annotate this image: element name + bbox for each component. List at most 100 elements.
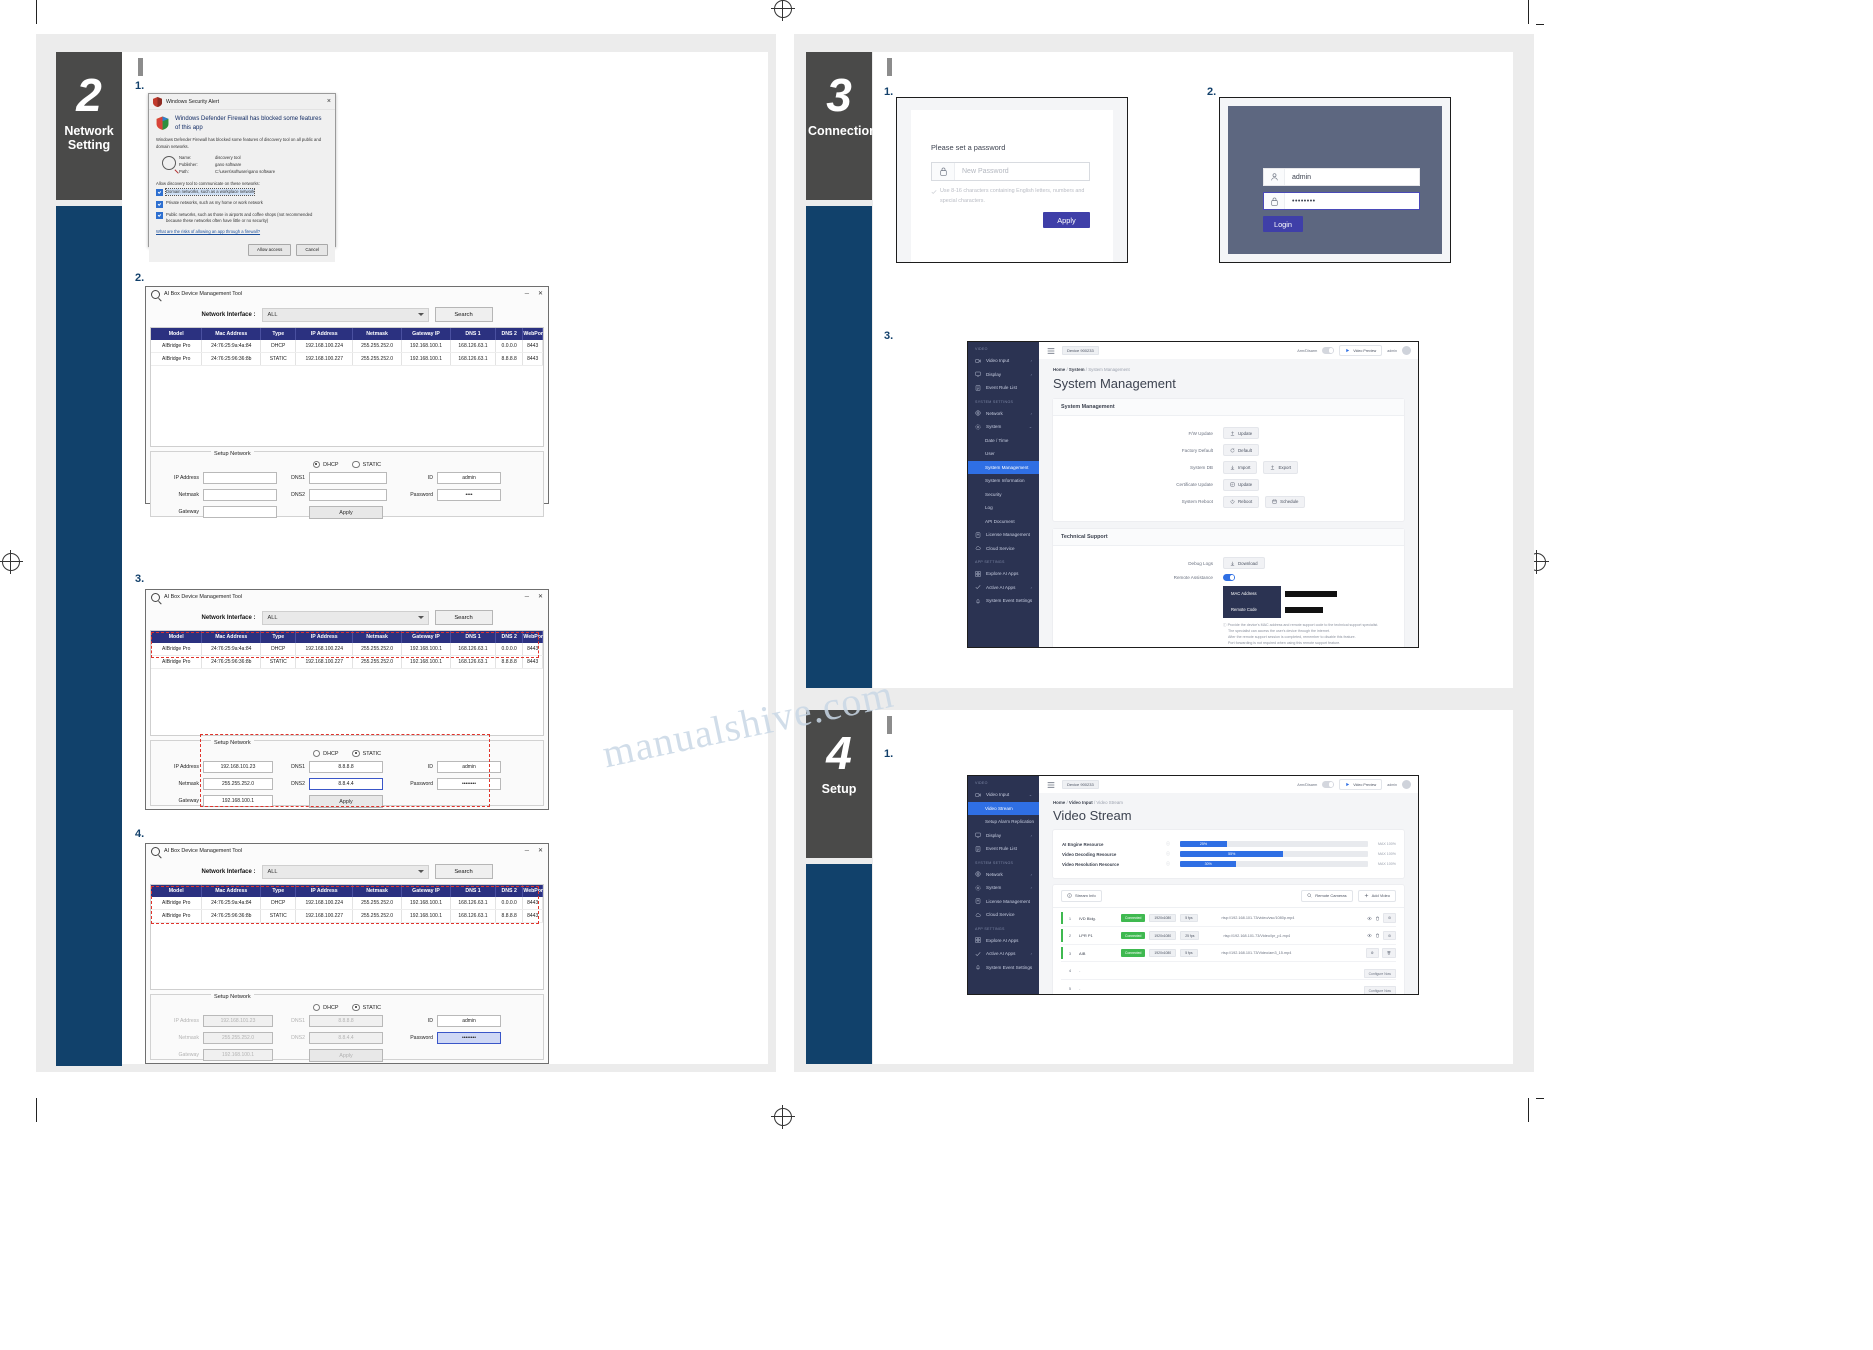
info-icon[interactable]: ⓘ — [1166, 851, 1170, 857]
stream-info-button[interactable]: Stream Info — [1061, 890, 1102, 902]
sidebar-item-cloud-service[interactable]: Cloud Service — [968, 542, 1039, 556]
search-button[interactable]: Search — [434, 864, 493, 879]
id-input[interactable]: admin — [437, 1015, 501, 1028]
apply-button[interactable]: Apply — [1043, 212, 1090, 228]
breadcrumb-video-input[interactable]: Video Input — [1069, 800, 1093, 805]
table-row[interactable]: AIBridge Pro 24:76:25:9a:4a:84 DHCP 192.… — [151, 897, 543, 910]
cancel-button[interactable]: Cancel — [296, 243, 328, 256]
configure-button[interactable]: ⚙ — [1382, 930, 1396, 941]
interface-select[interactable]: ALL — [261, 307, 429, 322]
checkbox-icon[interactable] — [156, 212, 163, 220]
table-row[interactable]: AIBridge Pro 24:76:25:96:36:8b STATIC 19… — [151, 909, 543, 923]
dns2-input[interactable] — [309, 489, 387, 502]
factory-default-button[interactable]: Default — [1223, 444, 1259, 457]
radio-dhcp[interactable]: DHCP — [312, 1004, 338, 1012]
sidebar-item-api-document[interactable]: API Document — [968, 515, 1039, 529]
sidebar-item-video-input[interactable]: Video Input › — [968, 354, 1039, 368]
sidebar-item-active-ai-apps[interactable]: Active AI Apps › — [968, 947, 1039, 961]
radio-static[interactable]: STATIC — [352, 750, 381, 758]
list-item[interactable]: 3 AIB Connected 1920x1080 5 fps rtsp://192.16… — [1061, 945, 1396, 963]
radio-dhcp[interactable]: DHCP — [312, 750, 338, 758]
password-input[interactable]: •••• — [437, 489, 501, 502]
netmask-input[interactable]: 255.255.252.0 — [203, 778, 273, 791]
password-field[interactable]: •••••••• — [1263, 192, 1420, 210]
sidebar-item-system-event-settings[interactable]: System Event Settings — [968, 961, 1039, 975]
minimize-button[interactable]: ─ — [525, 291, 529, 297]
gateway-input[interactable]: 192.168.100.1 — [203, 795, 273, 808]
sidebar-item-event-rule-list[interactable]: Event Rule List — [968, 381, 1039, 395]
dns1-input[interactable] — [309, 472, 387, 485]
new-password-field[interactable]: New Password — [931, 162, 1090, 181]
ip-input[interactable]: 192.168.101.23 — [203, 1015, 273, 1028]
sidebar-item-system-management[interactable]: System Management — [968, 460, 1039, 474]
table-row[interactable]: AIBridge Pro 24:76:25:9a:4a:84 DHCP 192.… — [151, 340, 543, 353]
debug-logs-download-button[interactable]: Download — [1223, 556, 1265, 570]
login-button[interactable]: Login — [1263, 216, 1303, 232]
ip-input[interactable] — [203, 472, 277, 485]
gateway-input[interactable]: 192.168.100.1 — [203, 1049, 273, 1062]
sidebar-item-video-input[interactable]: Video Input ⌄ — [968, 788, 1039, 802]
table-row[interactable]: AIBridge Pro 24:76:25:9a:4a:84 DHCP 192.… — [151, 643, 543, 656]
apply-button[interactable]: Apply — [309, 1049, 383, 1063]
breadcrumb-home[interactable]: Home — [1053, 800, 1065, 805]
configure-button[interactable]: ⚙ — [1365, 948, 1379, 958]
arm-disarm-toggle[interactable] — [1322, 781, 1335, 788]
device-chip[interactable]: Device 900233 — [1062, 779, 1099, 790]
list-item[interactable]: 2 LPR P1 Connected 1920x1080 25 fps rtsp://19… — [1061, 927, 1396, 945]
system-db-export-button[interactable]: Export — [1263, 461, 1299, 474]
trash-icon[interactable] — [1375, 916, 1380, 921]
hamburger-icon[interactable] — [1047, 781, 1055, 789]
radio-dhcp[interactable]: DHCP — [312, 461, 338, 469]
sidebar-item-active-ai-apps[interactable]: Active AI Apps › — [968, 581, 1039, 595]
close-button[interactable]: ✕ — [538, 594, 543, 600]
close-button[interactable]: ✕ — [538, 291, 543, 297]
sidebar-item-explore-ai-apps[interactable]: Explore AI Apps — [968, 567, 1039, 581]
certificate-update-button[interactable]: Update — [1223, 478, 1260, 491]
breadcrumb-system[interactable]: System — [1069, 367, 1085, 372]
list-item[interactable]: 1 IVD Bldg. Connected 1920x1080 5 fps rtsp://… — [1061, 910, 1396, 928]
sidebar-item-network[interactable]: Network › — [968, 407, 1039, 421]
delete-button[interactable]: 🗑 — [1381, 948, 1396, 958]
sidebar-item-network[interactable]: Network › — [968, 868, 1039, 882]
sidebar-item-display[interactable]: Display › — [968, 829, 1039, 843]
firewall-checkbox-private[interactable]: Private networks, such as my home or wor… — [156, 200, 328, 208]
fw-update-button[interactable]: Update — [1223, 427, 1260, 440]
ip-input[interactable]: 192.168.101.23 — [203, 761, 273, 774]
system-reboot-button[interactable]: Reboot — [1223, 495, 1260, 508]
dns2-input[interactable]: 8.8.4.4 — [309, 1032, 383, 1045]
trash-icon[interactable] — [1375, 933, 1380, 938]
configure-button[interactable]: ⚙ — [1382, 913, 1396, 923]
sidebar-item-setup-alarm-replication[interactable]: Setup Alarm Replication — [968, 815, 1039, 829]
sidebar-item-display[interactable]: Display › — [968, 368, 1039, 382]
interface-select[interactable]: ALL — [261, 864, 429, 879]
reboot-schedule-button[interactable]: Schedule — [1265, 495, 1306, 508]
video-preview-button[interactable]: Video Preview — [1339, 344, 1383, 357]
search-button[interactable]: Search — [434, 307, 493, 322]
add-video-button[interactable]: Add Video — [1357, 890, 1396, 902]
password-input[interactable]: •••••••• — [437, 778, 501, 791]
table-row[interactable]: AIBridge Pro 24:76:25:96:36:8b STATIC 19… — [151, 352, 543, 366]
system-db-import-button[interactable]: Import — [1223, 461, 1258, 474]
close-icon[interactable]: × — [327, 98, 331, 105]
table-row[interactable]: AIBridge Pro 24:76:25:96:36:8b STATIC 19… — [151, 655, 543, 669]
eye-icon[interactable] — [1367, 916, 1372, 921]
configure-now-button[interactable]: Configure Now — [1363, 986, 1396, 994]
device-chip[interactable]: Device 900233 — [1062, 345, 1099, 356]
video-preview-button[interactable]: Video Preview — [1339, 778, 1383, 791]
search-button[interactable]: Search — [434, 610, 493, 625]
configure-now-button[interactable]: Configure Now — [1363, 968, 1396, 979]
minimize-button[interactable]: ─ — [525, 848, 529, 854]
radio-static[interactable]: STATIC — [352, 461, 381, 469]
apply-button[interactable]: Apply — [309, 506, 383, 520]
sidebar-item-security[interactable]: Security — [968, 488, 1039, 502]
checkbox-icon[interactable] — [156, 189, 163, 197]
sidebar-item-explore-ai-apps[interactable]: Explore AI Apps — [968, 934, 1039, 948]
dns1-input[interactable]: 8.8.8.8 — [309, 1015, 383, 1028]
info-icon[interactable]: ⓘ — [1166, 841, 1170, 847]
avatar[interactable] — [1402, 780, 1411, 789]
sidebar-item-video-stream[interactable]: Video Stream — [968, 801, 1039, 815]
apply-button[interactable]: Apply — [309, 795, 383, 809]
sidebar-item-system-event-settings[interactable]: System Event Settings — [968, 594, 1039, 608]
username-field[interactable]: admin — [1263, 168, 1420, 186]
sidebar-item-user[interactable]: User — [968, 447, 1039, 461]
